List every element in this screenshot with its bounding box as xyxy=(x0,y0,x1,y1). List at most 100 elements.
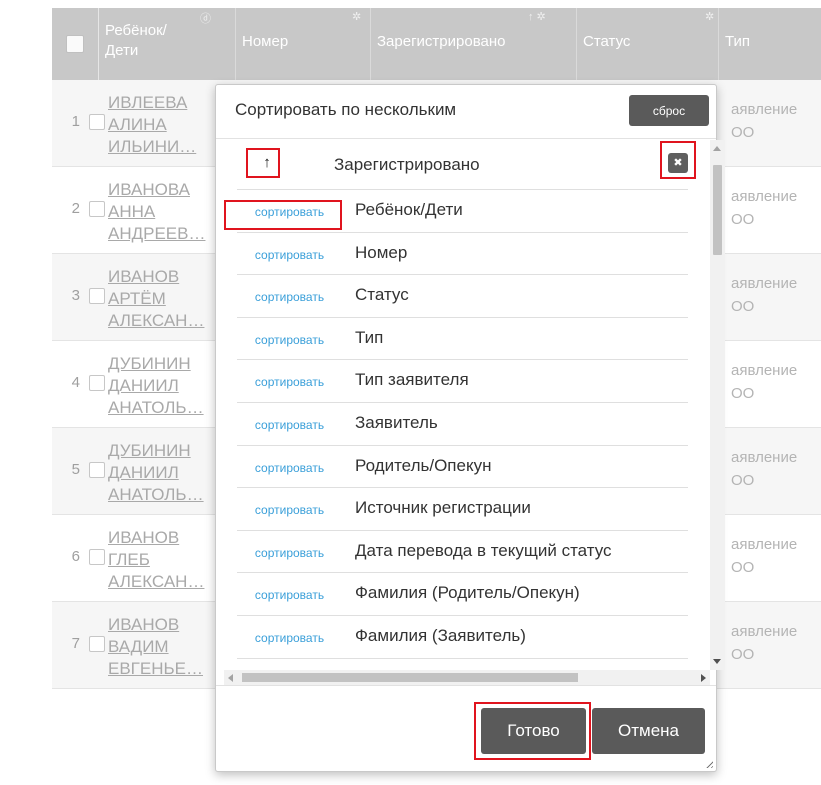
child-name-link[interactable]: ИВАНОВ АРТЁМ АЛЕКСАН… xyxy=(108,266,213,332)
scroll-thumb[interactable] xyxy=(713,165,722,255)
highlight-box xyxy=(660,141,696,179)
screen: Ребёнок/ Дети ⓓ Номер ✲ Зарегистрировано… xyxy=(0,0,821,785)
child-surname[interactable]: ИВАНОВ xyxy=(108,266,213,288)
cancel-button[interactable]: Отмена xyxy=(592,708,705,754)
column-header-type[interactable]: Тип xyxy=(719,8,821,80)
row-checkbox[interactable] xyxy=(89,288,105,304)
row-number: 3 xyxy=(71,287,80,304)
child-name-link[interactable]: ДУБИНИН ДАНИИЛ АНАТОЛЬ… xyxy=(108,440,213,506)
child-name-link[interactable]: ИВАНОВА АННА АНДРЕЕВ… xyxy=(108,179,213,245)
sort-link[interactable]: сортировать xyxy=(237,375,342,389)
child-surname[interactable]: ДУБИНИН xyxy=(108,353,213,375)
sort-option-label: Родитель/Опекун xyxy=(355,455,492,475)
applications-table: Ребёнок/ Дети ⓓ Номер ✲ Зарегистрировано… xyxy=(52,8,821,689)
child-patronymic[interactable]: ЕВГЕНЬЕ… xyxy=(108,658,213,680)
scroll-up-arrow-icon[interactable] xyxy=(713,146,721,151)
type-line: ОО xyxy=(731,559,755,576)
sort-option-row: сортировать Статус xyxy=(237,275,688,318)
child-name-link[interactable]: ДУБИНИН ДАНИИЛ АНАТОЛЬ… xyxy=(108,353,213,419)
sort-option-row: сортировать Фамилия (Родитель/Опекун) xyxy=(237,573,688,616)
type-line: аявление xyxy=(731,536,798,553)
highlight-box xyxy=(474,702,591,760)
child-firstname[interactable]: ДАНИИЛ xyxy=(108,375,213,397)
child-firstname[interactable]: ГЛЕБ xyxy=(108,549,213,571)
gear-icon[interactable]: ✲ xyxy=(705,10,714,23)
row-checkbox[interactable] xyxy=(89,114,105,130)
column-header-registered[interactable]: Зарегистрировано ↑ ✲ xyxy=(371,8,577,80)
child-firstname[interactable]: АЛИНА xyxy=(108,114,213,136)
vertical-scrollbar[interactable] xyxy=(710,140,725,670)
sort-option-label: Дата перевода в текущий статус xyxy=(355,540,612,560)
dialog-title: Сортировать по нескольким xyxy=(235,100,457,119)
sort-link[interactable]: сортировать xyxy=(237,588,342,602)
row-number: 5 xyxy=(71,461,80,478)
child-patronymic[interactable]: ИЛЬИНИ… xyxy=(108,136,213,158)
column-header-label: Зарегистрировано xyxy=(377,33,506,50)
child-surname[interactable]: ИВАНОВ xyxy=(108,527,213,549)
resize-grip-icon[interactable] xyxy=(704,759,713,768)
child-firstname[interactable]: АННА xyxy=(108,201,213,223)
type-cell: аявление ОО xyxy=(731,359,797,405)
sort-link[interactable]: сортировать xyxy=(237,290,342,304)
row-checkbox[interactable] xyxy=(89,201,105,217)
child-patronymic[interactable]: АЛЕКСАН… xyxy=(108,571,213,593)
sort-link[interactable]: сортировать xyxy=(237,333,342,347)
dialog-header: Сортировать по нескольким сброс xyxy=(216,85,716,139)
sort-link[interactable]: сортировать xyxy=(237,631,342,645)
row-checkbox[interactable] xyxy=(89,636,105,652)
type-line: аявление xyxy=(731,188,798,205)
gear-icon[interactable]: ✲ xyxy=(352,10,361,23)
child-surname[interactable]: ДУБИНИН xyxy=(108,440,213,462)
type-line: ОО xyxy=(731,298,755,315)
column-header-label: Статус xyxy=(583,33,631,50)
type-line: аявление xyxy=(731,449,798,466)
active-sort-row: ↑ Зарегистрировано ✖ xyxy=(237,140,696,190)
child-patronymic[interactable]: АНДРЕЕВ… xyxy=(108,223,213,245)
column-header-number[interactable]: Номер ✲ xyxy=(236,8,371,80)
column-header-status[interactable]: Статус ✲ xyxy=(577,8,719,80)
child-name-link[interactable]: ИВАНОВ ВАДИМ ЕВГЕНЬЕ… xyxy=(108,614,213,680)
sort-option-label: Тип заявителя xyxy=(355,370,469,390)
row-checkbox[interactable] xyxy=(89,549,105,565)
sort-link[interactable]: сортировать xyxy=(237,461,342,475)
scroll-left-arrow-icon[interactable] xyxy=(228,674,233,682)
type-cell: аявление ОО xyxy=(731,98,797,144)
row-checkbox[interactable] xyxy=(89,462,105,478)
child-patronymic[interactable]: АЛЕКСАН… xyxy=(108,310,213,332)
child-surname[interactable]: ИВАНОВА xyxy=(108,179,213,201)
child-surname[interactable]: ИВАНОВ xyxy=(108,614,213,636)
type-line: ОО xyxy=(731,124,755,141)
child-firstname[interactable]: ДАНИИЛ xyxy=(108,462,213,484)
sort-link[interactable]: сортировать xyxy=(237,418,342,432)
sort-option-row: сортировать Фамилия (Заявитель) xyxy=(237,616,688,659)
sort-option-row: сортировать Тип заявителя xyxy=(237,360,688,403)
eye-off-icon[interactable]: ⓓ xyxy=(200,10,211,26)
child-patronymic[interactable]: АНАТОЛЬ… xyxy=(108,397,213,419)
scroll-right-arrow-icon[interactable] xyxy=(701,674,706,682)
type-cell: аявление ОО xyxy=(731,272,797,318)
select-all-checkbox[interactable] xyxy=(66,35,84,53)
scroll-down-arrow-icon[interactable] xyxy=(713,659,721,664)
child-surname[interactable]: ИВЛЕЕВА xyxy=(108,92,213,114)
sort-link[interactable]: сортировать xyxy=(237,248,342,262)
sort-link[interactable]: сортировать xyxy=(237,503,342,517)
sort-link[interactable]: сортировать xyxy=(237,546,342,560)
child-name-link[interactable]: ИВАНОВ ГЛЕБ АЛЕКСАН… xyxy=(108,527,213,593)
row-checkbox[interactable] xyxy=(89,375,105,391)
child-patronymic[interactable]: АНАТОЛЬ… xyxy=(108,484,213,506)
sort-asc-gear-icon[interactable]: ↑ ✲ xyxy=(528,10,546,23)
sort-option-label: Тип xyxy=(355,327,384,347)
sort-option-row: сортировать Тип xyxy=(237,318,688,361)
child-firstname[interactable]: ВАДИМ xyxy=(108,636,213,658)
sort-option-label: Статус xyxy=(355,285,409,305)
row-number: 2 xyxy=(71,200,80,217)
row-number: 7 xyxy=(71,635,80,652)
horizontal-scrollbar[interactable] xyxy=(224,670,710,685)
child-firstname[interactable]: АРТЁМ xyxy=(108,288,213,310)
child-name-link[interactable]: ИВЛЕЕВА АЛИНА ИЛЬИНИ… xyxy=(108,92,213,158)
reset-button[interactable]: сброс xyxy=(629,95,709,126)
sort-option-row: сортировать Номер xyxy=(237,233,688,276)
type-line: ОО xyxy=(731,646,755,663)
column-header-child[interactable]: Ребёнок/ Дети ⓓ xyxy=(99,8,236,80)
scroll-thumb[interactable] xyxy=(242,673,578,682)
